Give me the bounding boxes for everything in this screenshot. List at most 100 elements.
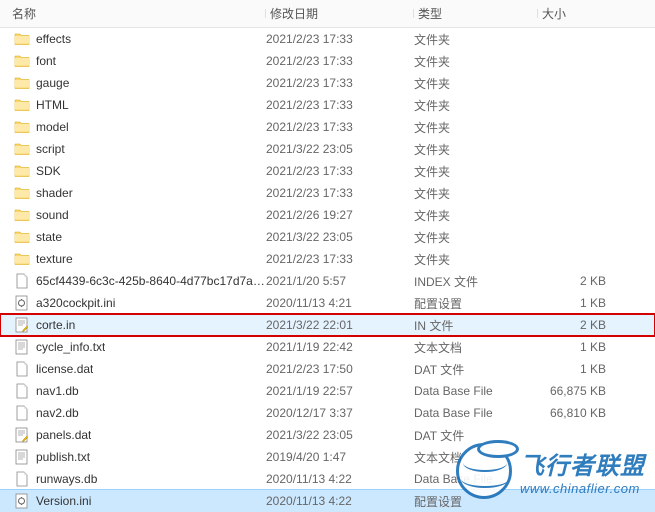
file-date: 2021/1/19 22:42	[266, 340, 414, 354]
file-name: sound	[36, 208, 69, 222]
table-row[interactable]: nav1.db 2021/1/19 22:57 Data Base File 6…	[0, 380, 655, 402]
table-row[interactable]: cycle_info.txt 2021/1/19 22:42 文本文档 1 KB	[0, 336, 655, 358]
file-name: 65cf4439-6c3c-425b-8640-4d77bc17d7aa...	[36, 274, 266, 288]
table-row[interactable]: shader 2021/2/23 17:33 文件夹	[0, 182, 655, 204]
table-row[interactable]: gauge 2021/2/23 17:33 文件夹	[0, 72, 655, 94]
column-header-name[interactable]: 名称	[8, 5, 266, 22]
table-row[interactable]: publish.txt 2019/4/20 1:47 文本文档	[0, 446, 655, 468]
file-type: 配置设置	[414, 493, 538, 510]
file-date: 2020/11/13 4:21	[266, 296, 414, 310]
text-icon	[14, 339, 30, 355]
file-name: runways.db	[36, 472, 97, 486]
table-row[interactable]: font 2021/2/23 17:33 文件夹	[0, 50, 655, 72]
file-name: shader	[36, 186, 73, 200]
folder-icon	[14, 31, 30, 47]
file-type: 文件夹	[414, 75, 538, 92]
file-name: model	[36, 120, 69, 134]
file-date: 2021/2/23 17:33	[266, 120, 414, 134]
folder-icon	[14, 141, 30, 157]
file-size: 2 KB	[538, 274, 618, 288]
file-name: publish.txt	[36, 450, 90, 464]
file-date: 2021/3/22 23:05	[266, 230, 414, 244]
table-row[interactable]: HTML 2021/2/23 17:33 文件夹	[0, 94, 655, 116]
file-type: 文件夹	[414, 207, 538, 224]
file-name: script	[36, 142, 65, 156]
file-date: 2021/2/23 17:33	[266, 252, 414, 266]
column-header-row: 名称 修改日期 类型 大小	[0, 0, 655, 28]
file-date: 2021/3/22 23:05	[266, 142, 414, 156]
file-type: IN 文件	[414, 317, 538, 334]
file-type: DAT 文件	[414, 427, 538, 444]
file-date: 2021/2/26 19:27	[266, 208, 414, 222]
file-name: panels.dat	[36, 428, 91, 442]
table-row[interactable]: effects 2021/2/23 17:33 文件夹	[0, 28, 655, 50]
file-name: texture	[36, 252, 73, 266]
file-type: Data Base File	[414, 406, 538, 420]
table-row[interactable]: script 2021/3/22 23:05 文件夹	[0, 138, 655, 160]
file-type: INDEX 文件	[414, 273, 538, 290]
table-row[interactable]: texture 2021/2/23 17:33 文件夹	[0, 248, 655, 270]
file-name: HTML	[36, 98, 69, 112]
file-name: Version.ini	[36, 494, 91, 508]
file-date: 2020/11/13 4:22	[266, 472, 414, 486]
column-header-date[interactable]: 修改日期	[266, 5, 414, 22]
table-row[interactable]: runways.db 2020/11/13 4:22 Data Base Fil…	[0, 468, 655, 490]
file-type: 文件夹	[414, 119, 538, 136]
file-name: gauge	[36, 76, 69, 90]
text-icon	[14, 449, 30, 465]
table-row[interactable]: model 2021/2/23 17:33 文件夹	[0, 116, 655, 138]
file-type: 文件夹	[414, 185, 538, 202]
folder-icon	[14, 97, 30, 113]
file-size: 2 KB	[538, 318, 618, 332]
table-row[interactable]: panels.dat 2021/3/22 23:05 DAT 文件	[0, 424, 655, 446]
table-row[interactable]: 65cf4439-6c3c-425b-8640-4d77bc17d7aa... …	[0, 270, 655, 292]
file-name: nav2.db	[36, 406, 79, 420]
file-name: a320cockpit.ini	[36, 296, 115, 310]
table-row[interactable]: state 2021/3/22 23:05 文件夹	[0, 226, 655, 248]
table-row[interactable]: nav2.db 2020/12/17 3:37 Data Base File 6…	[0, 402, 655, 424]
file-name: effects	[36, 32, 71, 46]
folder-icon	[14, 229, 30, 245]
table-row[interactable]: a320cockpit.ini 2020/11/13 4:21 配置设置 1 K…	[0, 292, 655, 314]
file-list: effects 2021/2/23 17:33 文件夹 font 2021/2/…	[0, 28, 655, 512]
table-row[interactable]: sound 2021/2/26 19:27 文件夹	[0, 204, 655, 226]
file-type: 文件夹	[414, 31, 538, 48]
ini-icon	[14, 493, 30, 509]
folder-icon	[14, 251, 30, 267]
file-date: 2021/2/23 17:33	[266, 98, 414, 112]
table-row[interactable]: SDK 2021/2/23 17:33 文件夹	[0, 160, 655, 182]
file-type: 文件夹	[414, 251, 538, 268]
file-date: 2019/4/20 1:47	[266, 450, 414, 464]
file-type: 文件夹	[414, 229, 538, 246]
folder-icon	[14, 185, 30, 201]
file-date: 2021/3/22 23:05	[266, 428, 414, 442]
file-size: 1 KB	[538, 340, 618, 354]
file-date: 2021/1/19 22:57	[266, 384, 414, 398]
file-icon	[14, 361, 30, 377]
folder-icon	[14, 119, 30, 135]
file-size: 1 KB	[538, 362, 618, 376]
table-row[interactable]: corte.in 2021/3/22 22:01 IN 文件 2 KB	[0, 314, 655, 336]
file-date: 2021/1/20 5:57	[266, 274, 414, 288]
file-type: 文件夹	[414, 141, 538, 158]
file-date: 2021/2/23 17:33	[266, 76, 414, 90]
file-type: DAT 文件	[414, 361, 538, 378]
file-icon	[14, 383, 30, 399]
file-type: Data Base File	[414, 384, 538, 398]
file-icon	[14, 273, 30, 289]
column-header-size[interactable]: 大小	[538, 5, 618, 22]
file-date: 2021/3/22 22:01	[266, 318, 414, 332]
file-size: 66,810 KB	[538, 406, 618, 420]
file-date: 2020/11/13 4:22	[266, 494, 414, 508]
file-name: SDK	[36, 164, 61, 178]
file-type: 文本文档	[414, 339, 538, 356]
file-date: 2021/2/23 17:33	[266, 32, 414, 46]
file-name: corte.in	[36, 318, 75, 332]
edit-icon	[14, 317, 30, 333]
table-row[interactable]: license.dat 2021/2/23 17:50 DAT 文件 1 KB	[0, 358, 655, 380]
file-icon	[14, 405, 30, 421]
ini-icon	[14, 295, 30, 311]
edit-icon	[14, 427, 30, 443]
file-name: cycle_info.txt	[36, 340, 105, 354]
column-header-type[interactable]: 类型	[414, 5, 538, 22]
